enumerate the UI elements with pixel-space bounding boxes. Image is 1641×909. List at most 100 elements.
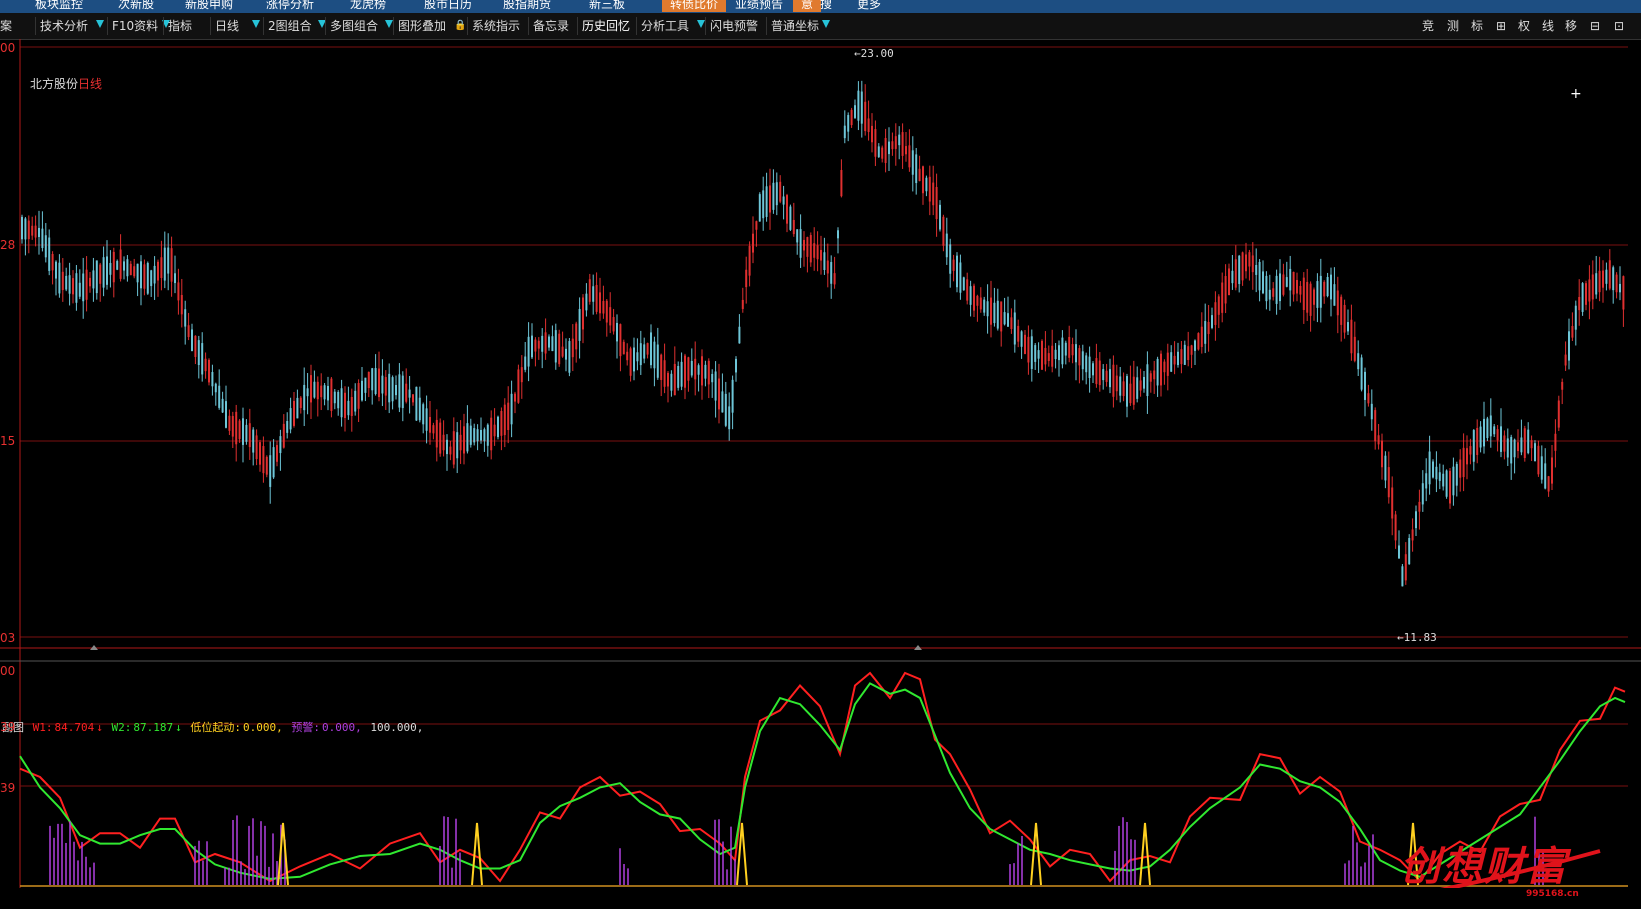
candle-body [391,377,394,402]
candle-body [262,446,265,474]
toolbar-item[interactable]: 分析工具 [641,17,689,35]
topnav-item[interactable]: 转债比价 [662,0,727,12]
topnav-item[interactable]: 股指期货 [503,0,551,12]
candle-body [639,343,642,366]
toolbar-right-button[interactable]: ⊟ [1585,17,1605,35]
topnav-item[interactable]: 新三板 [589,0,625,12]
candle-body [242,418,244,445]
candle-body [347,400,350,416]
candle-body [1071,344,1074,356]
crosshair-icon[interactable]: + [1570,86,1582,102]
toolbar-item[interactable]: 普通坐标 [771,17,819,35]
candle-body [813,243,816,258]
candle-body [1272,288,1275,297]
candle-body [1574,305,1577,330]
toolbar-item[interactable]: 闪电预警 [710,17,758,35]
candle-body [439,422,442,454]
topnav-item[interactable]: 股市日历 [424,0,472,12]
topnav-item[interactable]: 次新股 [118,0,154,12]
candle-body [44,235,47,258]
toolbar-item[interactable]: 指标 [168,17,192,35]
candle-body [473,428,476,443]
dropdown-arrow-icon[interactable] [252,20,260,28]
candle-body [945,233,948,258]
topnav-item[interactable]: 更多 [857,0,881,12]
candle-body [27,220,30,240]
candle-body [554,330,557,363]
toolbar-item[interactable]: 2图组合 [268,17,312,35]
candle-body [847,115,850,132]
candle-body [711,373,714,383]
toolbar-right-button[interactable]: 标 [1467,17,1487,35]
toolbar-item[interactable]: 技术分析 [40,17,88,35]
candle-body [259,442,261,465]
toolbar-right-button[interactable]: ⊞ [1491,17,1511,35]
candle-body [129,263,132,276]
toolbar: 案 技术分析 F10资料 指标 日线 2图组合 多图组合 图形叠加 系统指示 备忘录 历史回忆 分析工… [0,13,1641,40]
signal-spike [1139,822,1151,886]
candle-body [344,392,346,419]
toolbar-item[interactable]: 备忘录 [533,17,569,35]
candle-body [585,293,588,311]
candle-body [1353,336,1356,361]
kline-chart[interactable] [0,39,1641,888]
dropdown-arrow-icon[interactable] [385,20,393,28]
dropdown-arrow-icon[interactable] [96,20,104,28]
candle-body [979,297,982,310]
candle-body [1207,321,1210,335]
candle-body [721,391,724,413]
candle-body [548,336,550,348]
stock-name: 北方股份 [30,77,79,91]
topnav-item[interactable]: 意 [793,0,822,12]
chart-area[interactable]: 北方股份日线 00 28 15 03 ←23.00 ←11.83 + 副图 W1… [0,39,1641,899]
candle-body [255,435,258,460]
candle-body [452,431,455,465]
candle-body [313,381,316,398]
candle-body [1595,273,1598,295]
candle-body [1258,261,1261,291]
candle-body [1034,345,1037,362]
candle-body [857,90,860,121]
y-label-3: 15 [0,434,16,448]
toolbar-item[interactable]: 系统指示 [472,17,520,35]
toolbar-item[interactable]: 案 [0,17,12,35]
topnav-item[interactable]: 涨停分析 [266,0,314,12]
toolbar-right-button[interactable]: 测 [1443,17,1463,35]
candle-body [85,269,88,300]
candle-body [779,181,782,202]
toolbar-item[interactable]: 日线 [215,17,239,35]
toolbar-item[interactable]: F10资料 [112,17,158,35]
candle-body [1445,470,1448,497]
candle-body [1081,351,1084,370]
candle-body [735,358,737,373]
candle-body [1109,369,1111,388]
candle-body [31,225,34,236]
dropdown-arrow-icon[interactable] [697,20,705,28]
toolbar-right-button[interactable]: 移 [1561,17,1581,35]
topnav-item[interactable]: 龙虎榜 [350,0,386,12]
topnav-item[interactable]: 业绩预告 [735,0,783,12]
w2-label: W2: [111,721,132,734]
toolbar-right-button[interactable]: ⊡ [1609,17,1629,35]
toolbar-right-button[interactable]: 线 [1538,17,1558,35]
candle-body [966,279,969,301]
candle-body [398,374,401,408]
toolbar-right-button[interactable]: 竞 [1418,17,1438,35]
candle-body [483,429,486,442]
toolbar-item[interactable]: 历史回忆 [582,17,630,35]
topnav-item[interactable]: 搜 [820,0,832,12]
toolbar-right-button[interactable]: 权 [1514,17,1534,35]
candle-body [1102,369,1105,381]
lock-icon[interactable]: 🔒 [454,17,466,35]
candle-body [1224,276,1227,304]
toolbar-item[interactable]: 图形叠加 [398,17,446,35]
toolbar-divider [325,17,326,35]
candle-body [524,356,527,370]
w1-value: 84.704 [54,721,95,734]
top-nav: 板块监控 次新股 新股申购 涨停分析 龙虎榜 股市日历 股指期货 新三板 转债比价 业绩预告意搜 更… [0,0,1641,13]
topnav-item[interactable]: 新股申购 [185,0,233,12]
dropdown-arrow-icon[interactable] [822,20,830,28]
period-label: 日线 [78,77,103,91]
toolbar-item[interactable]: 多图组合 [330,17,378,35]
topnav-item[interactable]: 板块监控 [35,0,83,12]
